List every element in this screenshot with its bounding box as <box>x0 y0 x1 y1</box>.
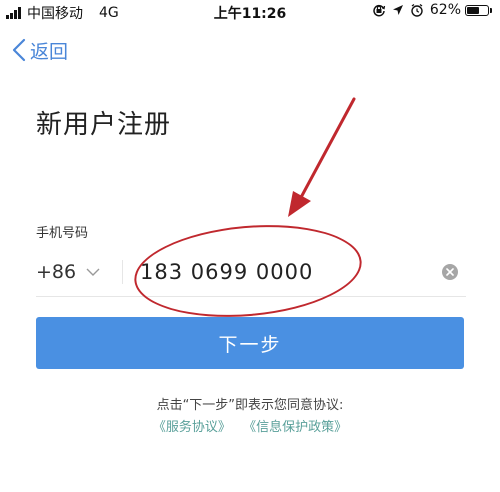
orientation-lock-icon <box>372 3 386 17</box>
annotation-arrow <box>288 97 356 217</box>
service-agreement-link[interactable]: 《服务协议》 <box>153 420 231 435</box>
battery-icon <box>465 4 489 16</box>
back-button[interactable]: 返回 <box>12 36 68 64</box>
country-code: +86 <box>36 261 77 283</box>
chevron-left-icon <box>12 38 26 62</box>
country-code-selector[interactable]: +86 <box>36 258 100 286</box>
privacy-policy-link[interactable]: 《信息保护政策》 <box>243 420 347 435</box>
clear-button[interactable] <box>442 264 458 280</box>
next-button[interactable]: 下一步 <box>36 317 464 369</box>
status-bar: 中国移动 4G 上午11:26 62% <box>0 0 500 24</box>
page-title: 新用户注册 <box>36 110 172 140</box>
battery-level <box>467 6 479 14</box>
agreement-links: 《服务协议》 《信息保护政策》 <box>0 416 500 435</box>
status-right: 62% <box>372 2 492 18</box>
battery-cap <box>490 7 492 13</box>
alarm-icon <box>410 3 424 17</box>
chevron-down-icon <box>86 268 100 276</box>
battery-percent: 62% <box>429 2 461 18</box>
annotation-ellipse <box>130 216 366 326</box>
phone-field-label: 手机号码 <box>36 226 89 241</box>
location-icon <box>392 4 404 16</box>
back-label: 返回 <box>30 40 69 63</box>
clear-icon <box>446 268 454 276</box>
agreement-text: 点击“下一步”即表示您同意协议: <box>156 398 344 413</box>
field-divider <box>122 260 123 284</box>
